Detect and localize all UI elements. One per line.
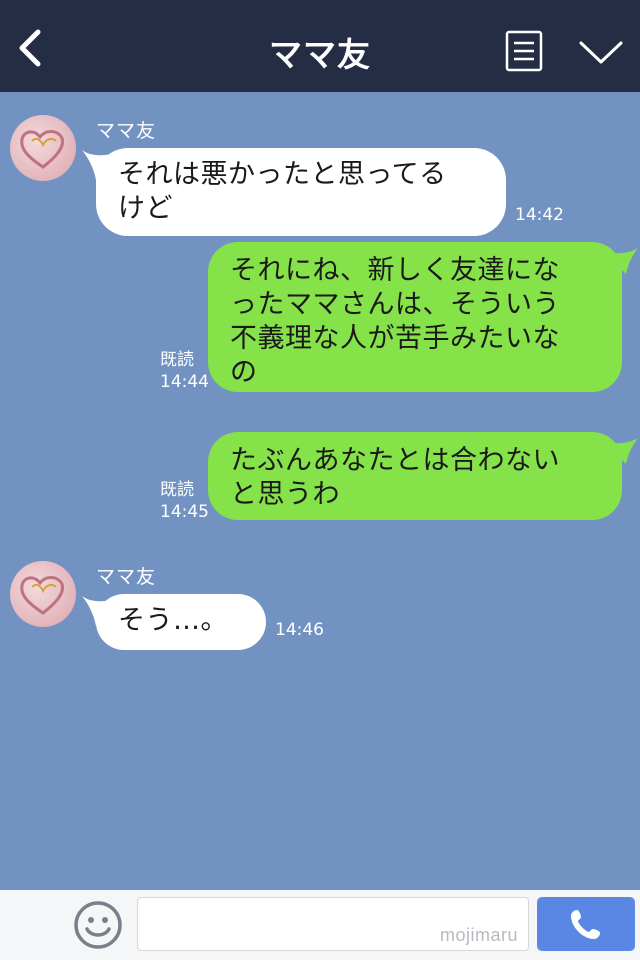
message-line: そう…。 — [118, 605, 228, 636]
smiley-icon[interactable] — [73, 900, 123, 950]
bubble-tail — [604, 438, 638, 464]
message-line: ったママさんは、そういう — [230, 289, 560, 320]
message-time: 14:42 — [515, 205, 564, 225]
sender-name: ママ友 — [96, 566, 157, 588]
chat-title: ママ友 — [269, 35, 371, 74]
read-receipt: 既読 14:45 — [160, 479, 209, 523]
chat-header: ママ友 — [0, 0, 640, 92]
message-line: と思うわ — [230, 479, 340, 510]
sender-name: ママ友 — [96, 120, 157, 142]
watermark-text: mojimaru — [439, 925, 518, 945]
read-label: 既読 — [160, 350, 194, 370]
message-list[interactable]: ママ友 それは悪かったと思ってる けど 14:42 既読 14:44 それにね、… — [0, 92, 640, 890]
list-icon[interactable] — [505, 30, 543, 72]
phone-icon — [571, 910, 600, 939]
avatar[interactable] — [10, 115, 76, 181]
message-line: それにね、新しく友達にな — [230, 255, 560, 286]
read-label: 既読 — [160, 480, 194, 500]
message-line: の — [230, 357, 258, 388]
message-time: 14:46 — [275, 620, 324, 640]
message-bubble[interactable]: そう…。 — [96, 594, 266, 650]
message-line: たぶんあなたとは合わない — [230, 445, 560, 476]
bubble-tail — [604, 248, 638, 274]
heart-icon — [20, 576, 65, 615]
message-time: 14:45 — [160, 502, 209, 522]
message-input[interactable]: mojimaru — [137, 897, 529, 951]
message-time: 14:44 — [160, 372, 209, 392]
chevron-down-icon[interactable] — [578, 38, 624, 66]
avatar[interactable] — [10, 561, 76, 627]
read-receipt: 既読 14:44 — [160, 349, 209, 393]
message-line: 不義理な人が苦手みたいな — [230, 323, 560, 354]
message-bubble[interactable]: たぶんあなたとは合わない と思うわ — [208, 432, 622, 520]
heart-icon — [20, 130, 65, 169]
message-line: けど — [118, 193, 173, 224]
call-button[interactable] — [537, 897, 635, 951]
message-bubble[interactable]: それは悪かったと思ってる けど — [96, 148, 506, 236]
message-bubble[interactable]: それにね、新しく友達にな ったママさんは、そういう 不義理な人が苦手みたいな の — [208, 242, 622, 392]
message-line: それは悪かったと思ってる — [118, 159, 447, 190]
